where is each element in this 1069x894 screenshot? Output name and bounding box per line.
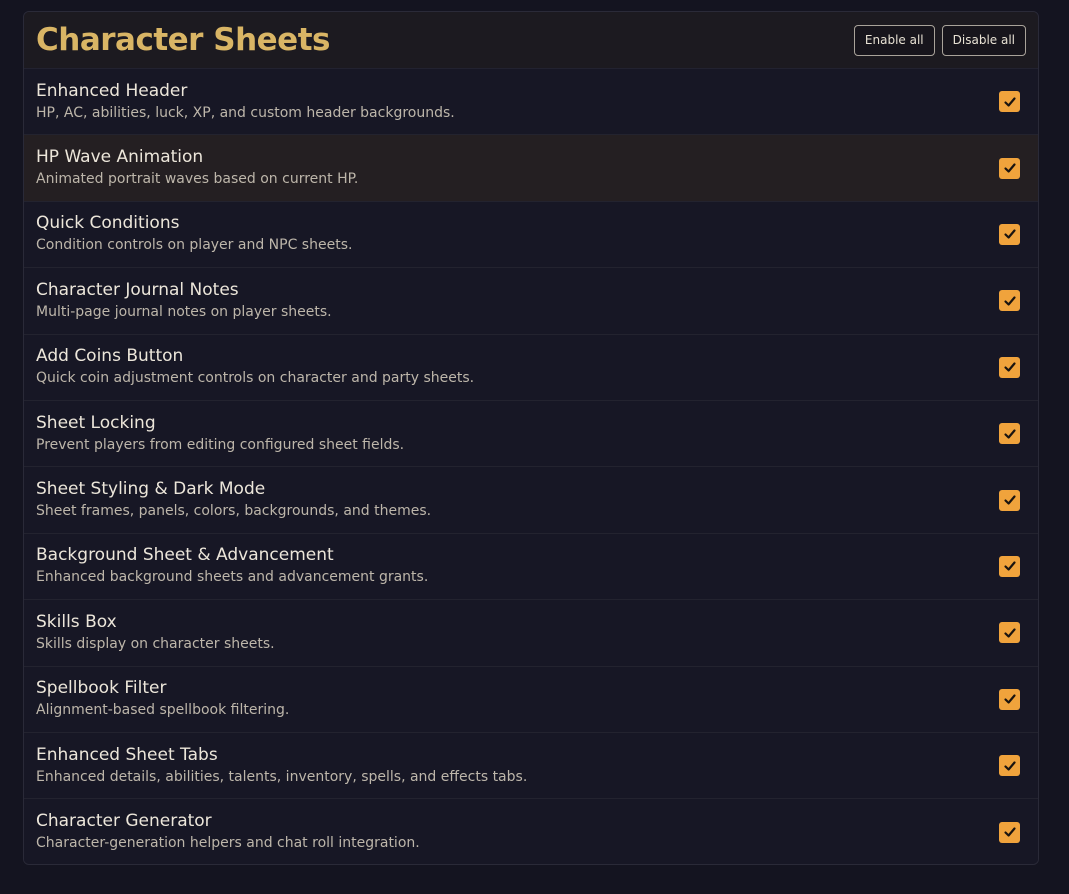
feature-description: Alignment-based spellbook filtering. (36, 702, 290, 719)
feature-row-background-sheet-advancement[interactable]: Background Sheet & Advancement Enhanced … (24, 533, 1038, 601)
feature-row-enhanced-header[interactable]: Enhanced Header HP, AC, abilities, luck,… (24, 69, 1038, 136)
feature-name: Character Journal Notes (36, 279, 239, 300)
feature-text: Enhanced Header HP, AC, abilities, luck,… (36, 81, 455, 123)
panel-title: Character Sheets (36, 22, 330, 58)
feature-checkbox[interactable] (999, 91, 1020, 113)
feature-description: Condition controls on player and NPC she… (36, 237, 353, 254)
feature-description: Multi-page journal notes on player sheet… (36, 303, 332, 320)
enable-all-button[interactable]: Enable all (853, 24, 935, 56)
feature-text: Sheet Locking Prevent players from editi… (36, 413, 404, 455)
checkmark-icon (1003, 561, 1016, 572)
feature-checkbox[interactable] (999, 356, 1020, 378)
checkmark-icon (1003, 760, 1016, 771)
feature-description: Skills display on character sheets. (36, 635, 275, 652)
feature-row-sheet-locking[interactable]: Sheet Locking Prevent players from editi… (24, 400, 1038, 468)
feature-text: Add Coins Button Quick coin adjustment c… (36, 346, 474, 388)
feature-row-character-journal-notes[interactable]: Character Journal Notes Multi-page journ… (24, 268, 1038, 335)
feature-description: Sheet frames, panels, colors, background… (36, 503, 432, 520)
feature-name: Enhanced Sheet Tabs (36, 744, 218, 765)
feature-name: Quick Conditions (36, 213, 180, 234)
feature-description: HP, AC, abilities, luck, XP, and custom … (36, 104, 455, 121)
checkmark-icon (1003, 229, 1016, 240)
feature-row-character-generator[interactable]: Character Generator Character-generation… (24, 799, 1038, 864)
checkmark-icon (1003, 495, 1016, 505)
feature-name: Sheet Styling & Dark Mode (36, 479, 266, 500)
feature-checkbox[interactable] (999, 821, 1020, 843)
feature-text: Sheet Styling & Dark Mode Sheet frames, … (36, 479, 431, 521)
checkmark-icon (1003, 827, 1016, 838)
feature-text: Character Generator Character-generation… (36, 811, 420, 853)
feature-text: Spellbook Filter Alignment-based spellbo… (36, 678, 289, 720)
feature-row-add-coins-button[interactable]: Add Coins Button Quick coin adjustment c… (24, 334, 1038, 401)
checkmark-icon (1003, 429, 1016, 439)
feature-name: Spellbook Filter (36, 678, 167, 699)
panel-header: Character Sheets Enable all Disable all (24, 12, 1038, 69)
character-sheets-panel: Character Sheets Enable all Disable all … (23, 11, 1039, 865)
checkmark-icon (1003, 97, 1016, 107)
feature-name: Skills Box (36, 611, 117, 632)
feature-row-hp-wave-animation[interactable]: HP Wave Animation Animated portrait wave… (24, 135, 1038, 202)
feature-description: Prevent players from editing configured … (36, 436, 405, 453)
feature-name: HP Wave Animation (36, 147, 204, 168)
feature-row-quick-conditions[interactable]: Quick Conditions Condition controls on p… (24, 201, 1038, 269)
feature-checkbox[interactable] (999, 223, 1020, 245)
feature-name: Character Generator (36, 811, 212, 832)
feature-name: Background Sheet & Advancement (36, 545, 334, 566)
disable-all-button[interactable]: Disable all (941, 24, 1026, 56)
feature-row-skills-box[interactable]: Skills Box Skills display on character s… (24, 600, 1038, 667)
feature-name: Enhanced Header (36, 80, 188, 101)
feature-row-spellbook-filter[interactable]: Spellbook Filter Alignment-based spellbo… (24, 666, 1038, 733)
feature-checkbox[interactable] (999, 622, 1020, 644)
feature-text: Background Sheet & Advancement Enhanced … (36, 545, 428, 587)
feature-checkbox[interactable] (999, 755, 1020, 777)
feature-checkbox[interactable] (999, 157, 1020, 179)
feature-description: Animated portrait waves based on current… (36, 171, 359, 188)
feature-description: Character-generation helpers and chat ro… (36, 835, 420, 852)
feature-row-sheet-styling-dark-mode[interactable]: Sheet Styling & Dark Mode Sheet frames, … (24, 467, 1038, 534)
checkmark-icon (1003, 628, 1016, 638)
feature-description: Enhanced background sheets and advanceme… (36, 569, 429, 586)
feature-text: HP Wave Animation Animated portrait wave… (36, 147, 358, 189)
feature-checkbox[interactable] (999, 688, 1020, 710)
feature-list: Enhanced Header HP, AC, abilities, luck,… (24, 69, 1038, 864)
feature-checkbox[interactable] (999, 423, 1020, 445)
feature-name: Add Coins Button (36, 346, 184, 367)
feature-text: Character Journal Notes Multi-page journ… (36, 280, 332, 322)
checkmark-icon (1003, 296, 1016, 306)
feature-checkbox[interactable] (999, 555, 1020, 577)
feature-name: Sheet Locking (36, 412, 156, 433)
feature-description: Quick coin adjustment controls on charac… (36, 370, 475, 387)
header-actions: Enable all Disable all (853, 24, 1026, 56)
checkmark-icon (1003, 362, 1016, 372)
checkmark-icon (1003, 163, 1016, 173)
feature-description: Enhanced details, abilities, talents, in… (36, 768, 528, 785)
feature-checkbox[interactable] (999, 290, 1020, 312)
feature-row-enhanced-sheet-tabs[interactable]: Enhanced Sheet Tabs Enhanced details, ab… (24, 732, 1038, 800)
checkmark-icon (1003, 694, 1016, 704)
feature-text: Enhanced Sheet Tabs Enhanced details, ab… (36, 745, 527, 787)
feature-text: Skills Box Skills display on character s… (36, 612, 275, 654)
feature-checkbox[interactable] (999, 489, 1020, 511)
feature-text: Quick Conditions Condition controls on p… (36, 213, 352, 255)
